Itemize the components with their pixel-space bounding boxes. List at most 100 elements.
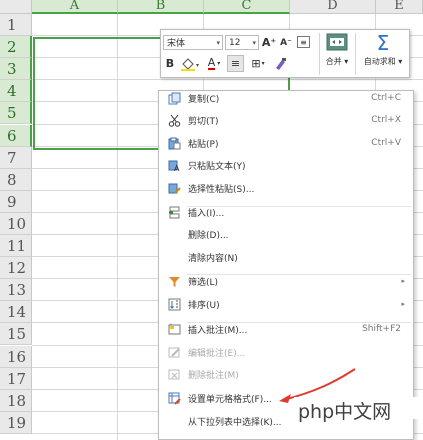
wrap-text-icon[interactable]: ≡ <box>297 36 310 48</box>
row-header-12[interactable]: 12 <box>0 257 32 280</box>
menu-item-label: 选择性粘贴(S)... <box>188 184 255 195</box>
menu-item-label: 删除(D)... <box>188 230 229 241</box>
font-color-icon: A <box>207 55 216 70</box>
paint-bucket-icon: ▾ <box>181 57 199 71</box>
menu-item-shortcut: Ctrl+V <box>371 138 401 148</box>
format-painter-button[interactable] <box>271 56 289 71</box>
row-header-14[interactable]: 14 <box>0 301 32 324</box>
autosum-button[interactable]: Σ 自动求和 ▾ <box>357 33 409 76</box>
row-header-8[interactable]: 8 <box>0 168 32 191</box>
menu-item-7[interactable]: 清除内容(N) <box>159 246 413 268</box>
row-header-10[interactable]: 10 <box>0 212 32 235</box>
menu-separator <box>187 322 411 323</box>
paste-special-icon <box>166 180 182 196</box>
row-header-4[interactable]: 4 <box>0 80 32 103</box>
row-header-2[interactable]: 2 <box>0 36 32 59</box>
column-header-d[interactable]: D <box>290 0 376 14</box>
row-header-9[interactable]: 9 <box>0 190 32 213</box>
fill-color-button[interactable]: ▾ <box>179 56 201 71</box>
delete-comment-icon <box>166 366 182 382</box>
menu-item-5[interactable]: 插入(I)... <box>159 201 413 223</box>
menu-item-11: 编辑批注(E)... <box>159 341 413 363</box>
scissors-icon <box>166 112 182 128</box>
column-header-a[interactable]: A <box>32 0 118 14</box>
context-menu: 复制(C) Ctrl+C 剪切(T) Ctrl+X 粘贴(P) Ctrl+V A 只粘贴文本(… <box>158 90 414 440</box>
menu-item-label: 排序(U) <box>188 300 220 311</box>
menu-separator <box>187 206 411 207</box>
merge-button[interactable]: 合并 ▾ <box>323 33 351 76</box>
menu-item-4[interactable]: 选择性粘贴(S)... <box>159 177 413 199</box>
chevron-down-icon: ▾ <box>252 38 256 47</box>
menu-item-1[interactable]: 剪切(T) Ctrl+X <box>159 109 413 131</box>
font-name-value: 宋体 <box>167 39 186 49</box>
column-header-e[interactable]: E <box>376 0 423 14</box>
row-header-5[interactable]: 5 <box>0 102 32 125</box>
menu-item-2[interactable]: 粘贴(P) Ctrl+V <box>159 132 413 154</box>
row-header-11[interactable]: 11 <box>0 235 32 258</box>
row-header-16[interactable]: 16 <box>0 345 32 368</box>
menu-item-9[interactable]: 排序(U) ▸ <box>159 293 413 315</box>
menu-item-shortcut: Shift+F2 <box>362 324 401 334</box>
menu-item-shortcut: Ctrl+X <box>371 115 401 125</box>
row-header-17[interactable]: 17 <box>0 367 32 390</box>
grow-font-icon[interactable]: A⁺ <box>261 35 277 50</box>
menu-separator <box>187 274 411 275</box>
sigma-icon: Σ <box>376 31 390 55</box>
borders-icon: ⊞ <box>251 57 261 70</box>
menu-item-label: 清除内容(N) <box>188 253 238 264</box>
format-painter-icon <box>276 57 286 70</box>
row-header-19[interactable]: 19 <box>0 411 32 434</box>
blank-icon-slot <box>166 249 182 265</box>
menu-item-label: 剪切(T) <box>188 116 219 127</box>
merge-label: 合并 <box>325 57 342 66</box>
bold-button[interactable]: B <box>164 56 176 71</box>
menu-item-label: 编辑批注(E)... <box>188 348 246 359</box>
font-color-button[interactable]: A ▾ <box>203 56 225 71</box>
font-size-value: 12 <box>229 37 241 48</box>
row-header-18[interactable]: 18 <box>0 389 32 412</box>
menu-item-3[interactable]: A 只粘贴文本(Y) <box>159 154 413 176</box>
copy-icon <box>166 90 182 106</box>
menu-item-label: 筛选(L) <box>188 277 219 288</box>
svg-text:A: A <box>174 164 180 172</box>
row-header-3[interactable]: 3 <box>0 58 32 81</box>
menu-item-label: 粘贴(P) <box>188 139 219 150</box>
sort-icon <box>166 296 182 312</box>
shrink-font-icon[interactable]: A⁻ <box>278 35 294 50</box>
chevron-down-icon: ▾ <box>261 60 265 67</box>
menu-item-shortcut: Ctrl+C <box>371 93 401 103</box>
chevron-down-icon: ▾ <box>217 60 221 67</box>
row-header-6[interactable]: 6 <box>0 124 32 147</box>
blank-icon-slot <box>166 413 182 429</box>
menu-item-12: 删除批注(M) <box>159 363 413 385</box>
menu-item-0[interactable]: 复制(C) Ctrl+C <box>159 87 413 109</box>
paste-icon <box>166 135 182 151</box>
merge-cells-icon <box>326 33 348 51</box>
watermark: php中文网 <box>294 397 423 423</box>
comment-icon <box>166 321 182 337</box>
font-size-select[interactable]: 12 ▾ <box>225 35 259 50</box>
insert-icon <box>166 204 182 220</box>
menu-item-label: 复制(C) <box>188 94 220 105</box>
chevron-down-icon: ▾ <box>216 38 220 47</box>
menu-item-label: 删除批注(M) <box>188 370 239 381</box>
mini-toolbar: 宋体 ▾ 12 ▾ A⁺ A⁻ ≡ B ▾ A ▾ ≡ ⊞ ▾ 合并 ▾ Σ 自动… <box>160 29 410 78</box>
align-center-icon[interactable]: ≡ <box>227 55 244 72</box>
menu-item-label: 设置单元格格式(F)... <box>188 394 272 405</box>
submenu-arrow-icon: ▸ <box>401 277 405 285</box>
row-header-1[interactable]: 1 <box>0 14 32 37</box>
menu-item-label: 插入批注(M)... <box>188 325 248 336</box>
menu-item-label: 只粘贴文本(Y) <box>188 161 246 172</box>
row-header-13[interactable]: 13 <box>0 279 32 302</box>
menu-item-6[interactable]: 删除(D)... <box>159 223 413 245</box>
column-header-b[interactable]: B <box>118 0 204 14</box>
font-name-select[interactable]: 宋体 ▾ <box>163 35 223 50</box>
blank-icon-slot <box>166 226 182 242</box>
svg-text:▾: ▾ <box>196 62 199 69</box>
row-header-15[interactable]: 15 <box>0 323 32 346</box>
column-header-c[interactable]: C <box>204 0 290 14</box>
row-header-7[interactable]: 7 <box>0 146 32 169</box>
submenu-arrow-icon: ▸ <box>401 300 405 308</box>
select-all-corner[interactable] <box>0 0 32 14</box>
borders-button[interactable]: ⊞ ▾ <box>247 56 269 71</box>
